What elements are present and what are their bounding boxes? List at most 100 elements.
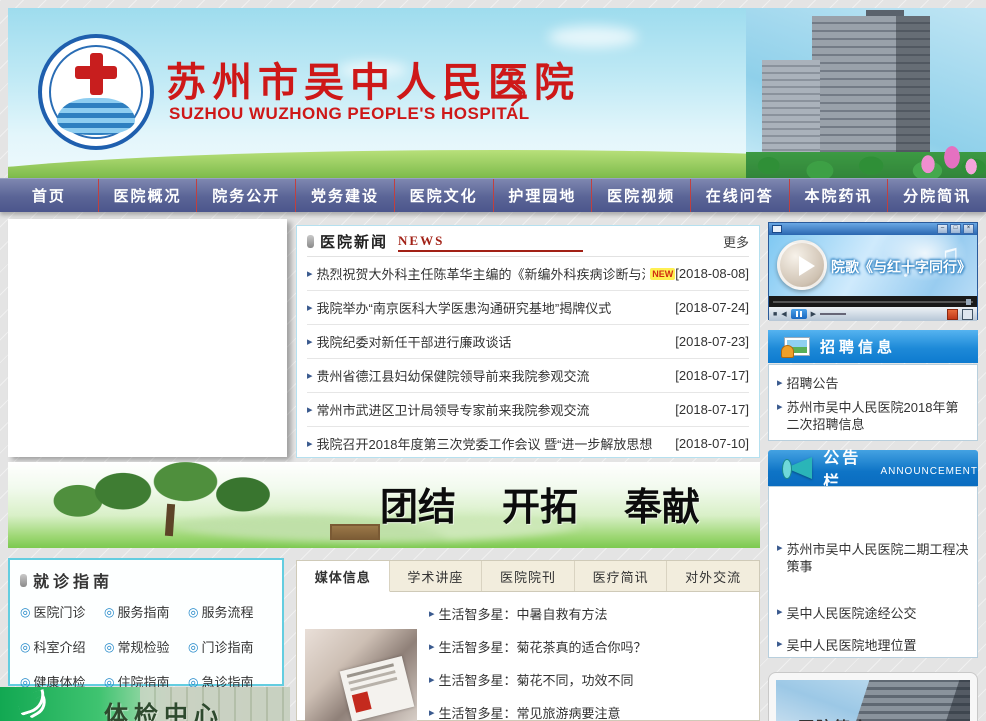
next-button[interactable]: ▶ — [811, 311, 816, 318]
recruit-link[interactable]: 苏州市吴中人民医院2018年第二次招聘信息 — [787, 399, 969, 433]
record-button[interactable] — [947, 309, 958, 320]
arrow-bullet-icon — [777, 605, 783, 618]
news-link[interactable]: 我院纪委对新任干部进行廉政谈话 — [317, 332, 512, 351]
seek-bar[interactable] — [769, 296, 977, 307]
tab-hospital-journal[interactable]: 医院院刊 — [482, 561, 575, 591]
nav-item-home[interactable]: 首页 — [0, 179, 98, 212]
slogan-word: 团结 — [380, 476, 456, 531]
arrow-bullet-icon — [307, 403, 313, 416]
media-row[interactable]: 生活智多星：常见旅游病要注意 — [429, 696, 751, 721]
tab-academic-lectures[interactable]: 学术讲座 — [390, 561, 483, 591]
main-nav: 首页 医院概况 院务公开 党务建设 医院文化 护理园地 医院视频 在线问答 本院… — [0, 178, 986, 212]
intro-title: 医院简介 — [798, 714, 870, 721]
seek-handle[interactable] — [966, 299, 971, 305]
tab-media-info[interactable]: 媒体信息 — [297, 561, 390, 592]
video-display-area[interactable]: ♫ ♪ 院歌《与红十字同行》 — [769, 235, 977, 296]
media-row[interactable]: 生活智多星：菊花茶真的适合你吗？ — [429, 630, 751, 663]
announcement-row[interactable]: 吴中人民医院途经公交 — [777, 605, 973, 622]
close-button[interactable]: × — [963, 224, 974, 234]
nav-item-hospital-overview[interactable]: 医院概况 — [98, 179, 197, 212]
red-cross-icon — [75, 66, 117, 79]
nav-item-hospital-culture[interactable]: 医院文化 — [394, 179, 493, 212]
guide-link-outpatient[interactable]: 医院门诊 — [20, 602, 104, 621]
tab-external-exchange[interactable]: 对外交流 — [667, 561, 759, 591]
newspaper-lines — [347, 663, 394, 678]
announcement-link[interactable]: 吴中人民医院途经公交 — [787, 605, 917, 622]
recruit-row[interactable]: 招聘公告 — [777, 375, 969, 392]
newspaper-masthead — [352, 691, 372, 712]
news-title-underline: NEWS — [398, 232, 583, 252]
video-caption: 院歌《与红十字同行》 — [831, 257, 971, 277]
playlist-toggle[interactable] — [962, 309, 973, 320]
news-link[interactable]: 热烈祝贺大外科主任陈革华主编的《新编外科疾病诊断与治 — [317, 264, 646, 283]
guide-link-routine-tests[interactable]: 常规检验 — [104, 637, 188, 656]
news-link[interactable]: 常州市武进区卫计局领导专家前来我院参观交流 — [317, 400, 590, 419]
announcement-link[interactable]: 吴中人民医院地理位置 — [787, 637, 917, 654]
guide-link-label: 医院门诊 — [33, 602, 85, 621]
hospital-news-panel: 医院新闻 NEWS 更多 热烈祝贺大外科主任陈革华主编的《新编外科疾病诊断与治 … — [296, 225, 760, 458]
circle-bullet-icon — [104, 605, 114, 619]
guide-header: 就诊指南 — [20, 568, 272, 592]
media-row[interactable]: 生活智多星：菊花不同，功效不同 — [429, 663, 751, 696]
news-row[interactable]: 贵州省德江县妇幼保健院领导前来我院参观交流 [2018-07-17] — [307, 359, 749, 393]
media-link[interactable]: 生活智多星：常见旅游病要注意 — [439, 703, 621, 721]
news-link[interactable]: 我院举办“南京医科大学医患沟通研究基地”揭牌仪式 — [317, 298, 612, 317]
pause-button[interactable] — [791, 309, 807, 319]
media-link[interactable]: 生活智多星：中暑自救有方法 — [439, 604, 608, 623]
announcement-link[interactable]: 苏州市吴中人民医院二期工程决策事 — [787, 541, 973, 575]
minimize-button[interactable]: – — [937, 224, 948, 234]
news-row[interactable]: 我院纪委对新任干部进行廉政谈话 [2018-07-23] — [307, 325, 749, 359]
news-row[interactable]: 常州市武进区卫计局领导专家前来我院参观交流 [2018-07-17] — [307, 393, 749, 427]
cloud-decor — [548, 26, 638, 48]
slogan-text: 团结 开拓 奉献 — [380, 476, 700, 531]
player-controls: ■ ◀ ▶ — [769, 307, 977, 321]
nav-item-party-building[interactable]: 党务建设 — [295, 179, 394, 212]
news-date: [2018-07-17] — [675, 368, 749, 383]
left-media-placeholder — [8, 219, 287, 457]
guide-link-outpatient-guide[interactable]: 门诊指南 — [188, 637, 272, 656]
news-row[interactable]: 我院召开2018年度第三次党委工作会议 暨“进一步解放思想 [2018-07-1… — [307, 427, 749, 460]
media-link[interactable]: 生活智多星：菊花不同，功效不同 — [439, 670, 634, 689]
nav-item-videos[interactable]: 医院视频 — [591, 179, 690, 212]
announcement-row[interactable]: 苏州市吴中人民医院二期工程决策事 — [777, 541, 973, 575]
arrow-bullet-icon — [307, 335, 313, 348]
news-link[interactable]: 贵州省德江县妇幼保健院领导前来我院参观交流 — [317, 366, 590, 385]
media-link[interactable]: 生活智多星：菊花茶真的适合你吗？ — [439, 637, 647, 656]
media-tab-bar: 媒体信息 学术讲座 医院院刊 医疗简讯 对外交流 — [297, 561, 759, 592]
tab-medical-briefs[interactable]: 医疗简讯 — [575, 561, 668, 591]
guide-link-service-guide[interactable]: 服务指南 — [104, 602, 188, 621]
guide-link-label: 服务流程 — [201, 602, 253, 621]
new-badge: NEW — [650, 268, 675, 280]
play-button[interactable] — [777, 240, 827, 290]
stop-button[interactable]: ■ — [773, 311, 777, 318]
news-link[interactable]: 我院召开2018年度第三次党委工作会议 暨“进一步解放思想 — [317, 434, 653, 453]
newspaper-decor — [340, 656, 415, 721]
arrow-bullet-icon — [307, 267, 313, 280]
news-title: 医院新闻 — [320, 231, 388, 252]
news-row[interactable]: 热烈祝贺大外科主任陈革华主编的《新编外科疾病诊断与治 NEW [2018-08-… — [307, 257, 749, 291]
guide-link-label: 常规检验 — [117, 637, 169, 656]
announcement-row[interactable]: 吴中人民医院地理位置 — [777, 637, 973, 654]
nav-item-pharmacy-news[interactable]: 本院药讯 — [789, 179, 888, 212]
pause-icon — [796, 311, 798, 317]
hospital-intro-card[interactable]: 医院简介 — [768, 672, 978, 721]
previous-button[interactable]: ◀ — [781, 311, 786, 318]
guide-link-departments[interactable]: 科室介绍 — [20, 637, 104, 656]
maximize-button[interactable]: □ — [950, 224, 961, 234]
megaphone-mouth — [782, 459, 792, 479]
news-row[interactable]: 我院举办“南京医科大学医患沟通研究基地”揭牌仪式 [2018-07-24] — [307, 291, 749, 325]
guide-link-service-flow[interactable]: 服务流程 — [188, 602, 272, 621]
recruit-link[interactable]: 招聘公告 — [787, 375, 839, 392]
recruit-row[interactable]: 苏州市吴中人民医院2018年第二次招聘信息 — [777, 399, 969, 433]
nav-item-branch-news[interactable]: 分院简讯 — [887, 179, 986, 212]
media-info-panel: 媒体信息 学术讲座 医院院刊 医疗简讯 对外交流 生活智多星：中暑自救有方法 生… — [296, 560, 760, 721]
nav-item-nursing[interactable]: 护理园地 — [493, 179, 592, 212]
nav-item-online-qa[interactable]: 在线问答 — [690, 179, 789, 212]
checkup-center-banner[interactable]: 体检中心 — [0, 687, 290, 721]
volume-slider[interactable] — [820, 313, 846, 315]
circle-bullet-icon — [104, 640, 114, 654]
nav-item-affairs-public[interactable]: 院务公开 — [196, 179, 295, 212]
news-more-link[interactable]: 更多 — [723, 232, 749, 251]
circle-bullet-icon — [20, 605, 30, 619]
media-row[interactable]: 生活智多星：中暑自救有方法 — [429, 597, 751, 630]
